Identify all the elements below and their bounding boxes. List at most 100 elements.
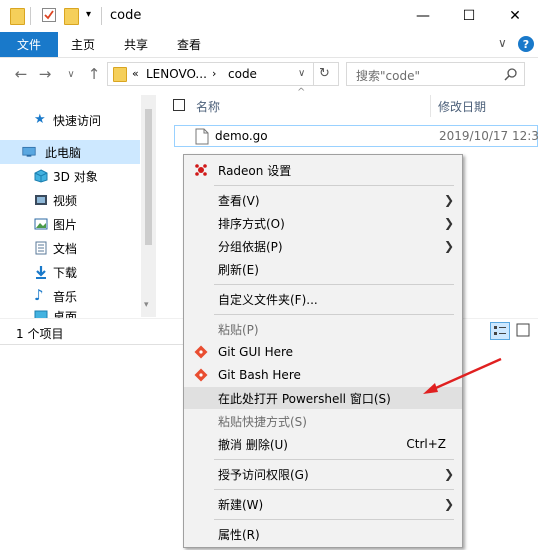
tab-home[interactable]: 主页 [71, 32, 95, 57]
context-menu: Radeon 设置 查看(V) ❯ 排序方式(O) ❯ 分组依据(P) ❯ 刷新… [183, 154, 463, 548]
column-divider[interactable] [430, 95, 431, 117]
video-icon [35, 195, 47, 205]
overflow-indicator[interactable]: « [132, 67, 139, 80]
search-input[interactable]: 搜索"code" [356, 67, 420, 84]
ribbon-expand-icon[interactable]: ∨ [498, 36, 507, 50]
address-dropdown-icon[interactable]: ∨ [298, 68, 305, 79]
minimize-button[interactable]: — [400, 0, 446, 32]
nav-item-documents[interactable]: 文档 [0, 236, 140, 260]
menu-separator [214, 314, 454, 315]
menu-item-label: 刷新(E) [218, 262, 259, 277]
divider [30, 7, 31, 25]
menu-item-customize-folder[interactable]: 自定义文件夹(F)... [184, 288, 462, 310]
nav-item-desktop[interactable]: 桌面 [0, 306, 140, 318]
quick-access-dropdown-icon[interactable]: ▾ [86, 9, 91, 20]
star-icon: ★ [34, 112, 46, 127]
menu-item-paste: 粘贴(P) [184, 318, 462, 340]
menu-item-grant-access[interactable]: 授予访问权限(G) ❯ [184, 463, 462, 485]
desktop-icon [34, 310, 48, 318]
details-view-icon [494, 326, 506, 335]
recent-locations-icon[interactable]: ∨ [60, 62, 82, 86]
tab-file[interactable]: 文件 [0, 32, 58, 57]
breadcrumb-segment[interactable]: LENOVO... [146, 67, 207, 81]
window-title: code [110, 8, 142, 23]
menu-item-label: Radeon 设置 [218, 163, 292, 178]
nav-item-this-pc[interactable]: 此电脑 [0, 140, 140, 164]
picture-icon [34, 218, 48, 230]
nav-item-label: 下载 [53, 265, 78, 280]
menu-item-view[interactable]: 查看(V) ❯ [184, 189, 462, 211]
submenu-arrow-icon: ❯ [443, 193, 454, 207]
submenu-arrow-icon: ❯ [443, 497, 454, 511]
nav-item-label: 图片 [53, 217, 78, 232]
breadcrumb-segment[interactable]: code [228, 67, 257, 81]
close-button[interactable]: ✕ [492, 0, 538, 32]
menu-separator [214, 284, 454, 285]
scroll-down-icon[interactable]: ▾ [144, 300, 149, 310]
menu-item-label: 分组依据(P) [218, 239, 283, 254]
up-button[interactable]: ↑ [83, 62, 105, 86]
menu-item-radeon[interactable]: Radeon 设置 [184, 159, 462, 181]
new-folder-icon[interactable] [64, 8, 79, 25]
menu-item-label: 自定义文件夹(F)... [218, 292, 318, 307]
menu-item-label: 新建(W) [218, 497, 264, 512]
cube-icon [34, 169, 48, 183]
annotation-arrow-icon [423, 357, 502, 394]
properties-icon[interactable] [42, 8, 56, 22]
menu-item-refresh[interactable]: 刷新(E) [184, 258, 462, 280]
folder-icon [113, 67, 127, 82]
address-bar[interactable]: « LENOVO... › code ∨ ↻ [107, 62, 339, 86]
help-button[interactable]: ? [518, 36, 534, 52]
search-box[interactable]: 搜索"code" [346, 62, 525, 86]
menu-item-undo-delete[interactable]: 撤消 删除(U) Ctrl+Z [184, 433, 462, 455]
menu-item-paste-shortcut: 粘贴快捷方式(S) [184, 410, 462, 432]
nav-item-label: 视频 [53, 193, 78, 208]
back-button[interactable]: ← [10, 62, 32, 86]
maximize-button[interactable]: ☐ [446, 0, 492, 32]
radeon-icon [195, 164, 207, 176]
git-bash-icon [194, 368, 208, 382]
item-count: 1 个项目 [16, 327, 64, 341]
column-header-modified[interactable]: 修改日期 [438, 95, 486, 117]
tab-share[interactable]: 共享 [124, 32, 148, 57]
title-bar: ▾ code — ☐ ✕ [0, 0, 538, 32]
refresh-icon[interactable]: ↻ [319, 66, 330, 81]
file-name: demo.go [215, 129, 268, 143]
nav-item-music[interactable]: ♪ 音乐 [0, 284, 140, 308]
nav-item-pictures[interactable]: 图片 [0, 212, 140, 236]
breadcrumb-separator-icon[interactable]: › [212, 67, 216, 80]
menu-item-group[interactable]: 分组依据(P) ❯ [184, 235, 462, 257]
nav-item-label: 桌面 [53, 310, 78, 318]
large-icons-view-button[interactable] [514, 322, 534, 340]
menu-separator [214, 185, 454, 186]
column-header-name[interactable]: 名称 [196, 95, 220, 117]
tab-view[interactable]: 查看 [177, 32, 201, 57]
menu-item-properties[interactable]: 属性(R) [184, 523, 462, 545]
nav-item-videos[interactable]: 视频 [0, 188, 140, 212]
search-icon[interactable] [504, 67, 518, 81]
nav-item-downloads[interactable]: 下载 [0, 260, 140, 284]
menu-item-new[interactable]: 新建(W) ❯ [184, 493, 462, 515]
window-bottom-edge [0, 344, 183, 345]
folder-icon [10, 8, 25, 25]
file-modified: 2019/10/17 12:30 [439, 129, 538, 143]
menu-item-label: 查看(V) [218, 193, 260, 208]
submenu-arrow-icon: ❯ [443, 239, 454, 253]
select-all-checkbox[interactable] [173, 99, 185, 111]
details-view-button[interactable] [490, 322, 510, 340]
forward-button[interactable]: → [34, 62, 56, 86]
nav-item-label: 快速访问 [53, 113, 102, 128]
nav-item-quick-access[interactable]: ★ 快速访问 [0, 108, 140, 132]
menu-separator [214, 519, 454, 520]
menu-item-sort[interactable]: 排序方式(O) ❯ [184, 212, 462, 234]
large-icons-view-icon [516, 323, 530, 337]
music-icon: ♪ [34, 286, 44, 304]
nav-item-3d-objects[interactable]: 3D 对象 [0, 164, 140, 188]
scrollbar-thumb[interactable] [145, 109, 152, 245]
document-icon [35, 241, 47, 255]
nav-scrollbar[interactable]: ▾ [141, 95, 156, 317]
file-row[interactable]: demo.go 2019/10/17 12:30 [174, 125, 538, 147]
menu-item-label: 在此处打开 Powershell 窗口(S) [218, 391, 391, 406]
menu-item-shortcut: Ctrl+Z [406, 437, 446, 451]
divider [313, 63, 314, 85]
